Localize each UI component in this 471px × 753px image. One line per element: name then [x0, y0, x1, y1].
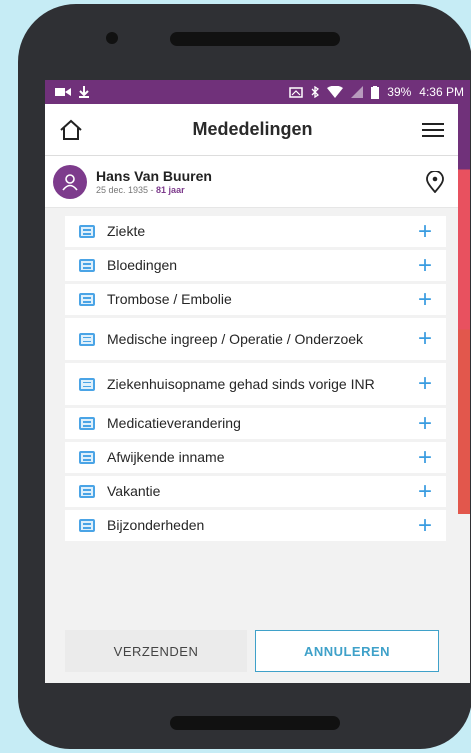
download-icon — [79, 86, 89, 98]
add-icon[interactable]: + — [414, 253, 436, 277]
add-icon[interactable]: + — [414, 327, 436, 351]
document-icon — [79, 485, 95, 498]
cancel-button[interactable]: ANNULEREN — [255, 630, 439, 672]
document-icon — [79, 293, 95, 306]
bluetooth-icon — [311, 86, 320, 98]
add-icon[interactable]: + — [414, 445, 436, 469]
list-item[interactable]: Afwijkende inname + — [65, 442, 446, 473]
avatar — [53, 164, 87, 199]
page-title: Mededelingen — [192, 119, 313, 139]
location-pin-icon[interactable] — [426, 170, 444, 193]
item-label: Ziekte — [107, 223, 146, 239]
add-icon[interactable]: + — [414, 372, 436, 396]
list-item[interactable]: Ziekenhuisopname gehad sinds vorige INR + — [65, 363, 446, 405]
list-item[interactable]: Ziekte + — [65, 216, 446, 247]
document-icon — [79, 519, 95, 532]
list-item[interactable]: Trombose / Embolie + — [65, 284, 446, 315]
status-bar: 39% 4:36 PM — [45, 80, 470, 104]
list-item[interactable]: Medicatieverandering + — [65, 408, 446, 439]
add-icon[interactable]: + — [414, 219, 436, 243]
patient-dob: 25 dec. 1935 - 81 jaar — [96, 185, 426, 195]
item-label: Ziekenhuisopname gehad sinds vorige INR — [107, 375, 375, 392]
patient-card: Hans Van Buuren 25 dec. 1935 - 81 jaar — [45, 156, 458, 208]
list-item[interactable]: Bloedingen + — [65, 250, 446, 281]
patient-age: 81 jaar — [156, 185, 185, 195]
home-icon[interactable] — [59, 119, 83, 141]
side-color-strip — [458, 104, 470, 514]
status-time: 4:36 PM — [419, 85, 464, 99]
add-icon[interactable]: + — [414, 513, 436, 537]
menu-icon[interactable] — [421, 122, 444, 138]
send-button[interactable]: VERZENDEN — [65, 630, 247, 672]
document-icon — [79, 259, 95, 272]
list-item[interactable]: Bijzonderheden + — [65, 510, 446, 541]
list-item[interactable]: Medische ingreep / Operatie / Onderzoek + — [65, 318, 446, 360]
camera-dot — [106, 32, 118, 44]
document-icon — [79, 417, 95, 430]
bottom-speaker — [170, 716, 340, 730]
battery-percent: 39% — [387, 85, 412, 99]
speaker-grille — [170, 32, 340, 46]
item-label: Bijzonderheden — [107, 517, 205, 533]
footer-actions: VERZENDEN ANNULEREN — [45, 616, 470, 683]
patient-birthdate: 25 dec. 1935 - — [96, 185, 157, 195]
add-icon[interactable]: + — [414, 479, 436, 503]
signal-icon — [351, 86, 364, 98]
notification-list: Ziekte + Bloedingen + Trombose / Embolie + … — [45, 208, 458, 541]
item-label: Trombose / Embolie — [107, 291, 232, 307]
phone-screen: 39% 4:36 PM Mededelingen Hans Van Buuren… — [45, 80, 470, 683]
document-icon — [79, 377, 95, 391]
patient-info: Hans Van Buuren 25 dec. 1935 - 81 jaar — [96, 168, 426, 195]
wifi-icon — [327, 86, 344, 98]
add-icon[interactable]: + — [414, 287, 436, 311]
item-label: Medische ingreep / Operatie / Onderzoek — [107, 330, 364, 347]
battery-icon — [371, 85, 380, 99]
patient-name: Hans Van Buuren — [96, 168, 212, 184]
document-icon — [79, 225, 95, 238]
list-item[interactable]: Vakantie + — [65, 476, 446, 507]
video-icon — [55, 88, 71, 96]
item-label: Medicatieverandering — [107, 415, 241, 431]
add-icon[interactable]: + — [414, 411, 436, 435]
item-label: Bloedingen — [107, 257, 178, 273]
user-icon — [62, 173, 78, 191]
item-label: Afwijkende inname — [107, 449, 225, 465]
document-icon — [79, 332, 95, 346]
screen-icon — [289, 86, 304, 98]
app-header: Mededelingen — [45, 104, 458, 156]
item-label: Vakantie — [107, 483, 161, 499]
document-icon — [79, 451, 95, 464]
